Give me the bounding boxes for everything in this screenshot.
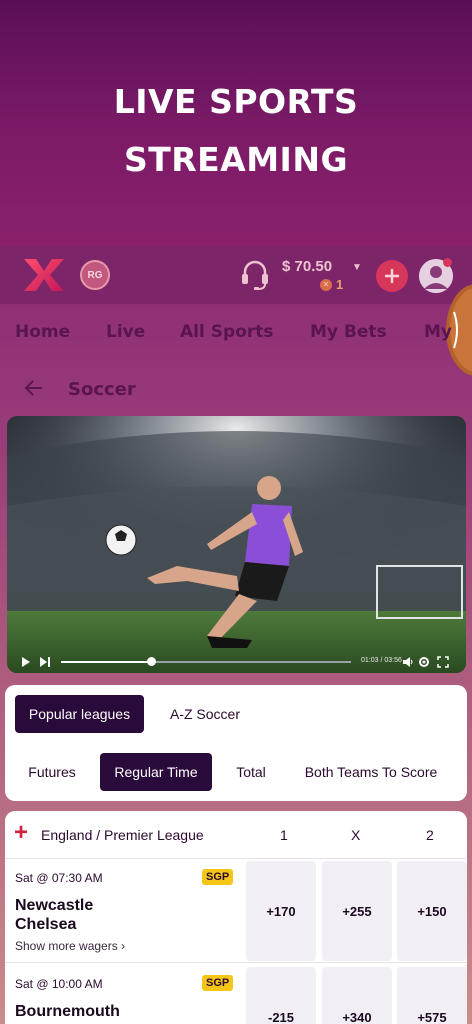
match-row[interactable]: Sat @ 10:00 AM SGP Bournemouth -215 +340…	[5, 965, 467, 1024]
col-draw-header: X	[351, 827, 361, 843]
play-icon[interactable]	[21, 656, 31, 668]
league-header[interactable]: + England / Premier League 1 X 2	[5, 811, 467, 859]
filters-card: Popular leagues A-Z Soccer Futures Regul…	[5, 685, 467, 801]
hero-title-line2: STREAMING	[123, 140, 349, 179]
nav-all-sports[interactable]: All Sports	[180, 322, 273, 342]
tab-futures[interactable]: Futures	[15, 753, 89, 791]
away-team: Chelsea	[15, 916, 77, 933]
hero-title-line1: LIVE SPORTS	[113, 82, 359, 121]
headset-icon[interactable]	[240, 259, 270, 291]
nav-home[interactable]: Home	[15, 322, 70, 342]
tab-regular-time[interactable]: Regular Time	[100, 753, 212, 791]
x-logo-icon[interactable]	[22, 257, 66, 293]
match-time: Sat @ 07:30 AM	[15, 871, 103, 885]
coins-row: ✕ 1	[320, 277, 343, 292]
odds-draw-button[interactable]: +340	[322, 967, 392, 1024]
col-away-header: 2	[426, 827, 434, 843]
breadcrumb: Soccer	[0, 370, 472, 410]
chevron-right-icon: ›	[121, 939, 126, 953]
main-nav: Home Live All Sports My Bets My	[0, 304, 472, 362]
match-row[interactable]: Sat @ 07:30 AM SGP Newcastle Chelsea Sho…	[5, 859, 467, 963]
video-time: 01:03 / 03:56	[361, 657, 402, 664]
odds-table: + England / Premier League 1 X 2 Sat @ 0…	[5, 811, 467, 1024]
gear-icon[interactable]	[418, 656, 430, 668]
nav-live[interactable]: Live	[106, 322, 145, 342]
odds-away-button[interactable]: +150	[397, 861, 467, 961]
top-bar: RG $ 70.50 ▼ ✕ 1	[0, 246, 472, 304]
page-title: Soccer	[68, 379, 136, 400]
notification-dot	[443, 258, 452, 267]
balance-amount: $ 70.50	[282, 258, 333, 275]
stadium-scene-image	[7, 416, 466, 673]
coins-count: 1	[336, 277, 344, 292]
odds-home-button[interactable]: -215	[246, 967, 316, 1024]
deposit-plus-button[interactable]	[376, 260, 408, 292]
video-scrub-handle[interactable]	[146, 657, 156, 666]
balance-display[interactable]: $ 70.50 ▼ ✕ 1	[282, 258, 362, 292]
expand-plus-icon[interactable]: +	[14, 821, 28, 845]
sgp-badge: SGP	[202, 975, 234, 991]
odds-away-button[interactable]: +575	[397, 967, 467, 1024]
tab-az-soccer[interactable]: A-Z Soccer	[155, 695, 255, 733]
fullscreen-icon[interactable]	[437, 656, 449, 668]
plus-icon	[385, 269, 399, 283]
league-name: England / Premier League	[41, 827, 204, 843]
tab-total[interactable]: Total	[223, 753, 279, 791]
match-time: Sat @ 10:00 AM	[15, 977, 103, 991]
coin-icon: ✕	[320, 278, 332, 291]
odds-draw-button[interactable]: +255	[322, 861, 392, 961]
nav-my-bets[interactable]: My Bets	[310, 322, 387, 342]
show-more-label: Show more wagers	[15, 939, 118, 953]
odds-home-button[interactable]: +170	[246, 861, 316, 961]
video-player[interactable]: 01:03 / 03:56	[7, 416, 466, 673]
home-team: Newcastle	[15, 897, 94, 914]
col-home-header: 1	[280, 827, 288, 843]
show-more-wagers-link[interactable]: Show more wagers ›	[15, 939, 125, 953]
tab-popular-leagues[interactable]: Popular leagues	[15, 695, 144, 733]
volume-icon[interactable]	[402, 656, 414, 668]
sgp-badge: SGP	[202, 869, 234, 885]
video-progress-fill	[61, 661, 151, 663]
hero-banner: LIVE SPORTS STREAMING	[0, 0, 472, 246]
home-team: Bournemouth	[15, 1003, 120, 1020]
nav-my-account[interactable]: My	[424, 322, 452, 342]
tab-both-teams-to-score[interactable]: Both Teams To Score	[295, 753, 447, 791]
video-controls: 01:03 / 03:56	[7, 654, 466, 672]
responsible-gaming-badge[interactable]: RG	[80, 260, 110, 290]
back-arrow-icon[interactable]	[24, 378, 44, 398]
skip-next-icon[interactable]	[39, 656, 51, 668]
chevron-down-icon: ▼	[352, 262, 362, 273]
